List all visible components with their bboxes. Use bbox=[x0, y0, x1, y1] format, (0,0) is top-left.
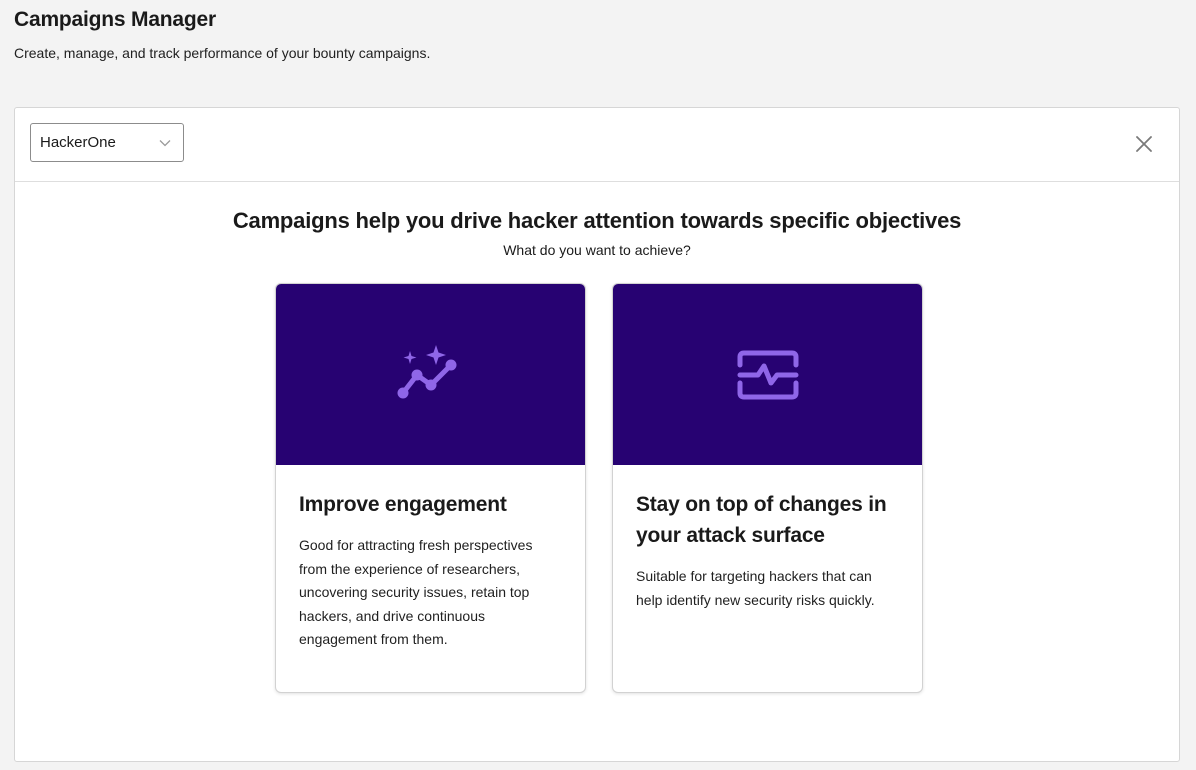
objective-card-attack-surface[interactable]: Stay on top of changes in your attack su… bbox=[612, 283, 923, 693]
activity-monitor-icon bbox=[737, 350, 798, 399]
card-body: Stay on top of changes in your attack su… bbox=[613, 465, 922, 612]
objective-cards: Improve engagement Good for attracting f… bbox=[275, 283, 923, 693]
page-subtitle: Create, manage, and track performance of… bbox=[14, 45, 431, 61]
card-description: Suitable for targeting hackers that can … bbox=[636, 568, 875, 608]
intro-subtitle: What do you want to achieve? bbox=[503, 242, 691, 258]
panel-toolbar: HackerOne bbox=[15, 108, 1179, 182]
chevron-down-icon bbox=[159, 139, 171, 146]
objective-card-improve-engagement[interactable]: Improve engagement Good for attracting f… bbox=[275, 283, 586, 693]
card-body: Improve engagement Good for attracting f… bbox=[276, 465, 585, 652]
card-title: Improve engagement bbox=[299, 493, 507, 516]
card-description: Good for attracting fresh perspectives f… bbox=[299, 537, 533, 647]
card-hero bbox=[613, 284, 922, 465]
intro-title: Campaigns help you drive hacker attentio… bbox=[232, 208, 962, 233]
program-select[interactable]: HackerOne bbox=[30, 123, 184, 162]
card-title: Stay on top of changes in your attack su… bbox=[636, 493, 887, 547]
sparkle-trend-icon bbox=[397, 344, 456, 398]
card-hero bbox=[276, 284, 585, 465]
campaigns-panel: HackerOne Campaigns help you drive hacke… bbox=[14, 107, 1180, 762]
page-header: Campaigns Manager Create, manage, and tr… bbox=[14, 8, 430, 61]
page-title: Campaigns Manager bbox=[14, 8, 216, 31]
intro-section: Campaigns help you drive hacker attentio… bbox=[15, 208, 1179, 258]
program-select-value: HackerOne bbox=[40, 134, 116, 151]
close-icon[interactable] bbox=[1135, 135, 1153, 153]
